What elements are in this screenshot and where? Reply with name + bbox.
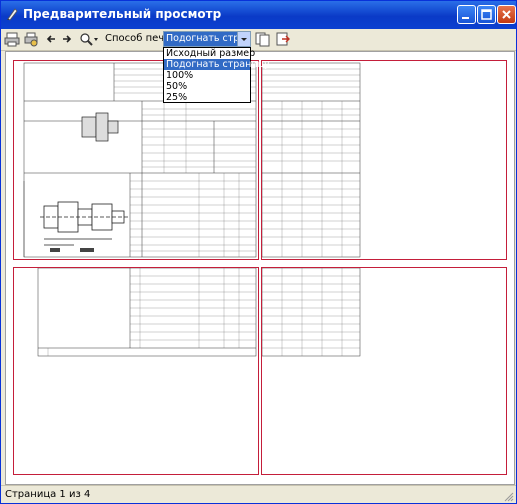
drawing-page-3 [37, 267, 257, 357]
print-mode-select[interactable]: Подогнать страницу [163, 31, 251, 47]
dropdown-option[interactable]: 25% [164, 92, 250, 103]
next-page-icon[interactable] [61, 31, 73, 48]
chevron-down-icon[interactable] [237, 32, 250, 46]
page-counter: Страница 1 из 4 [5, 489, 91, 500]
previous-page-icon[interactable] [45, 31, 57, 48]
preview-page[interactable] [261, 60, 507, 260]
preview-canvas[interactable] [5, 51, 515, 485]
print-mode-value: Подогнать страницу [164, 32, 240, 46]
print-setup-icon[interactable] [23, 31, 39, 48]
print-icon[interactable] [4, 31, 20, 48]
status-bar: Страница 1 из 4 [1, 485, 516, 503]
zoom-icon[interactable] [79, 31, 99, 48]
window-title: Предварительный просмотр [23, 7, 222, 21]
dropdown-option[interactable]: Исходный размер [164, 48, 255, 59]
dropdown-option-selected[interactable]: Подогнать страницу [164, 59, 270, 70]
minimize-button[interactable] [457, 5, 476, 24]
toolbar: Способ печати Подогнать страницу [1, 29, 516, 51]
dropdown-option[interactable]: 50% [164, 81, 250, 92]
drawing-page-4 [261, 267, 361, 357]
resize-grip-icon[interactable] [504, 492, 514, 502]
maximize-button[interactable] [477, 5, 496, 24]
drawing-page-2 [261, 62, 361, 258]
preview-page[interactable] [13, 267, 259, 475]
title-bar[interactable]: Предварительный просмотр [1, 1, 516, 29]
app-icon [5, 7, 19, 21]
multi-page-icon[interactable] [255, 31, 271, 48]
close-preview-icon[interactable] [275, 31, 291, 48]
close-button[interactable] [497, 5, 516, 24]
print-mode-dropdown[interactable]: Исходный размер Подогнать страницу 100% … [163, 47, 270, 103]
preview-page[interactable] [261, 267, 507, 475]
dropdown-option[interactable]: 100% [164, 70, 250, 81]
preview-window: Предварительный просмотр Способ печати П… [0, 0, 517, 504]
